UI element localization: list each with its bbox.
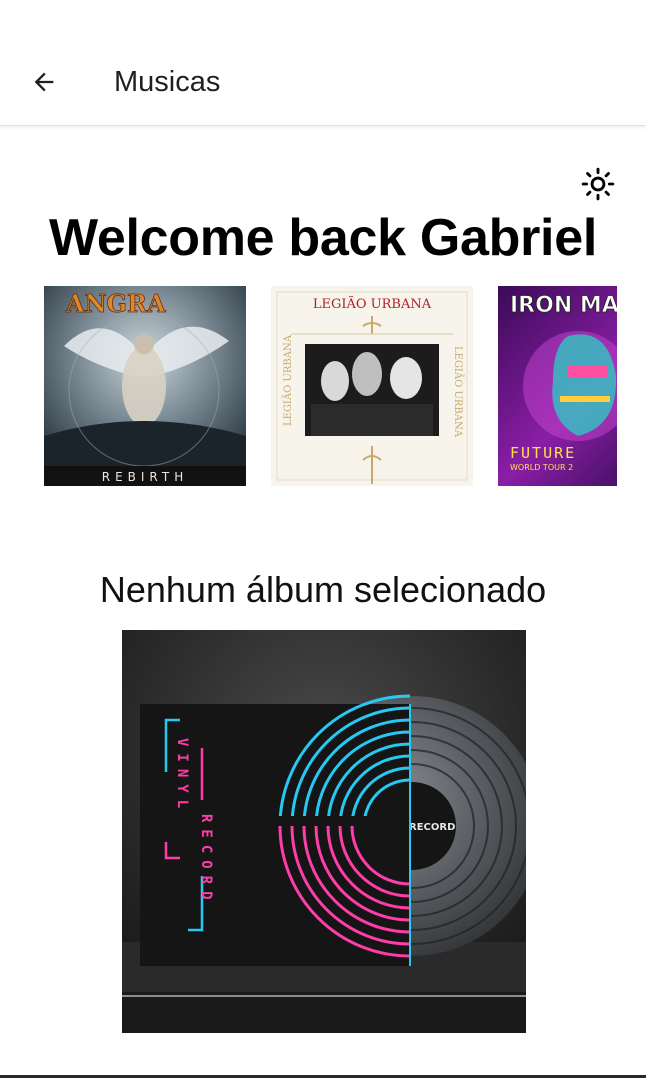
welcome-heading: Welcome back Gabriel xyxy=(49,209,597,267)
album-card-legiao-urbana[interactable]: LEGIÃO URBANA LEGIÃO URBANA LEGIÃO URBAN… xyxy=(271,286,473,486)
album-cover-subtitle: REBIRTH xyxy=(102,470,189,484)
empty-state-message: Nenhum álbum selecionado xyxy=(99,569,547,610)
album-carousel[interactable]: ANGRA REBIRTH LEGIÃO URBANA LEGIÃO URBAN… xyxy=(44,286,617,486)
album-cover-subtitle: FUTURE xyxy=(510,444,576,462)
album-cover-title: ANGRA xyxy=(65,289,166,318)
arrow-left-icon xyxy=(34,72,54,92)
album-card-iron-maiden[interactable]: IRON MA FUTURE WORLD TOUR 2 xyxy=(498,286,617,486)
app-screen: Musicas Welcome back Gabriel ANGRA REBIR… xyxy=(0,0,646,1078)
album-cover-side-text: LEGIÃO URBANA xyxy=(282,334,294,426)
theme-toggle-button[interactable] xyxy=(578,164,618,204)
back-button[interactable] xyxy=(22,62,66,102)
app-bar: Musicas xyxy=(0,0,646,126)
vinyl-word-left: VINYL xyxy=(174,738,190,815)
album-cover-title: IRON MA xyxy=(510,293,617,318)
album-cover-title: LEGIÃO URBANA xyxy=(313,296,432,312)
album-card-angra[interactable]: ANGRA REBIRTH xyxy=(44,286,246,486)
vinyl-label-text: RECORD xyxy=(409,822,455,833)
vinyl-word-right: RECORD xyxy=(198,814,214,907)
app-bar-title: Musicas xyxy=(114,66,221,98)
album-cover-small-text: WORLD TOUR 2 xyxy=(510,463,573,472)
album-cover-image: LEGIÃO URBANA LEGIÃO URBANA LEGIÃO URBAN… xyxy=(271,286,473,486)
vinyl-placeholder-image: RECORD VINYL RECORD xyxy=(122,630,526,1033)
sun-icon xyxy=(581,167,615,201)
album-cover-side-text: LEGIÃO URBANA xyxy=(452,346,464,438)
album-cover-image: IRON MA FUTURE WORLD TOUR 2 xyxy=(498,286,617,486)
album-cover-image: ANGRA REBIRTH xyxy=(44,286,246,486)
